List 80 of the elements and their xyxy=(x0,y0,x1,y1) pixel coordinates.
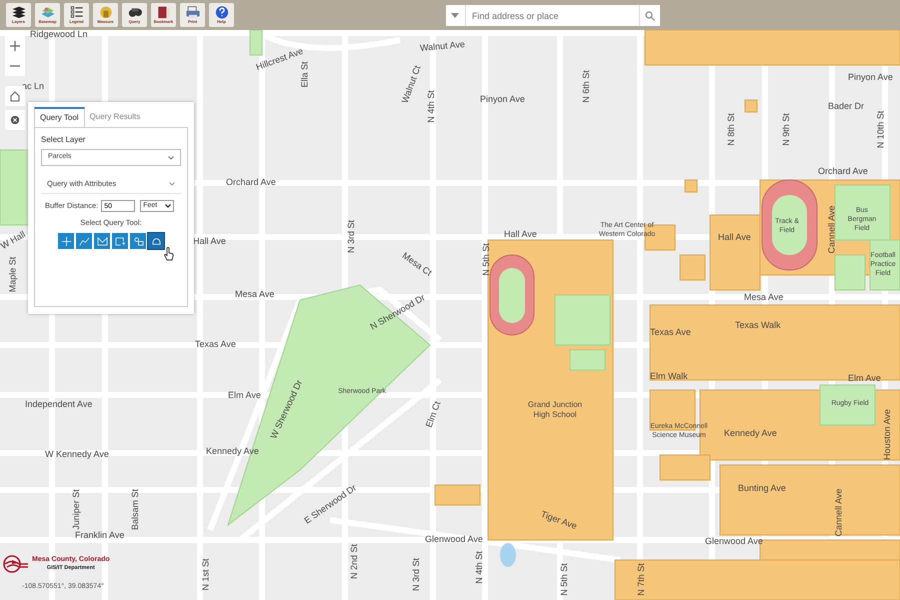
street-label: Elm Ave xyxy=(848,374,881,383)
street-label: Cannell Ave xyxy=(827,206,836,254)
street-label: N 9th St xyxy=(782,113,791,146)
close-icon xyxy=(10,115,20,125)
polyline-icon xyxy=(78,236,90,247)
street-label: Elm Ct xyxy=(424,400,442,429)
street-label: N 4th St xyxy=(426,90,436,123)
street-label: Kennedy Ave xyxy=(206,447,259,456)
street-label: N 2nd St xyxy=(350,544,360,580)
street-label: Walnut Ave xyxy=(420,40,466,53)
tab[interactable]: Query Tool xyxy=(34,107,85,127)
chevron-icon xyxy=(168,156,174,160)
rectangle-tool-button[interactable] xyxy=(112,233,128,250)
close-button[interactable] xyxy=(5,110,25,130)
search-input[interactable]: Find address or place xyxy=(466,6,639,25)
polyline-tool-button[interactable] xyxy=(76,233,92,250)
zoom-in-icon xyxy=(9,40,21,52)
street-label: N 6th St xyxy=(582,70,591,103)
street-label: N 1st St xyxy=(202,558,210,590)
tab[interactable]: Query Results xyxy=(84,107,146,127)
street-label: Franklin Ave xyxy=(75,531,124,540)
chevron-icon xyxy=(169,182,175,186)
caret-icon xyxy=(451,13,459,18)
street-label: Balsam St xyxy=(131,489,140,530)
street-label: Juniper St xyxy=(72,489,81,530)
print-icon xyxy=(184,4,202,20)
home-icon xyxy=(9,90,21,102)
field-label: Select Layer xyxy=(41,134,86,146)
street-label: N 5th St xyxy=(560,563,569,596)
search-icon[interactable] xyxy=(645,10,655,20)
street-label: W Kennedy Ave xyxy=(45,450,109,459)
street-label: N 4th St xyxy=(474,551,484,584)
place-label: Grand Junction High School xyxy=(526,400,584,420)
extent-tool-button[interactable] xyxy=(148,233,164,250)
street-label: Hall Ave xyxy=(718,233,751,242)
point-tool-button[interactable] xyxy=(58,233,74,250)
street-label: Elm Walk xyxy=(650,372,688,381)
street-label: Independent Ave xyxy=(25,400,92,409)
street-label: Mesa Ave xyxy=(235,290,274,299)
street-label: Pinyon Ave xyxy=(848,73,893,82)
street-label: W Hall xyxy=(0,230,27,252)
street-label: Hall Ave xyxy=(504,230,537,239)
street-label: Tiger Ave xyxy=(540,510,578,532)
county-logo-icon xyxy=(3,555,29,573)
search-field[interactable]: Find address or place xyxy=(446,5,660,26)
street-label: N 3rd St xyxy=(347,220,356,253)
street-label: Orchard Ave xyxy=(818,167,868,176)
lasso-icon xyxy=(132,236,144,247)
chevron-icon xyxy=(165,204,172,208)
street-label: Houston Ave xyxy=(882,409,892,460)
street-label: Bader Dr xyxy=(828,102,864,111)
street-label: Cannell Ave xyxy=(834,488,844,536)
street-label: Kennedy Ave xyxy=(724,429,777,438)
street-label: Ridgewood Ln xyxy=(30,30,88,39)
street-label: Bunting Ave xyxy=(738,484,786,493)
street-label: Pinyon Ave xyxy=(480,95,525,104)
street-label: N 10th St xyxy=(876,110,886,148)
lasso-tool-button[interactable] xyxy=(130,233,146,250)
freehand-tool-button[interactable] xyxy=(94,233,110,250)
hand-cursor-icon xyxy=(164,247,174,261)
street-label: N 7th St xyxy=(636,563,646,596)
street-label: N 3rd St xyxy=(412,558,421,591)
extent-icon xyxy=(150,236,162,247)
freehand-icon xyxy=(96,236,108,247)
street-label: N 8th St xyxy=(726,113,736,146)
zoom-out-button[interactable] xyxy=(5,56,25,76)
layers-icon xyxy=(10,4,28,20)
street-label: Orchard Ave xyxy=(226,178,276,187)
street-label: N 5th St xyxy=(482,243,491,276)
street-label: Ella St xyxy=(300,62,310,88)
street-label: Mesa Ave xyxy=(744,293,784,302)
street-label: Maple St xyxy=(8,256,18,292)
point-icon xyxy=(60,236,72,247)
street-label: Glenwood Ave xyxy=(425,535,483,544)
street-label: Texas Ave xyxy=(195,340,236,349)
street-label: ac Ln xyxy=(22,82,44,91)
street-label: Texas Walk xyxy=(735,321,781,330)
street-label: Texas Ave xyxy=(650,328,691,337)
street-label: Glenwood Ave xyxy=(705,537,763,546)
street-label: Elm Ave xyxy=(228,391,261,400)
